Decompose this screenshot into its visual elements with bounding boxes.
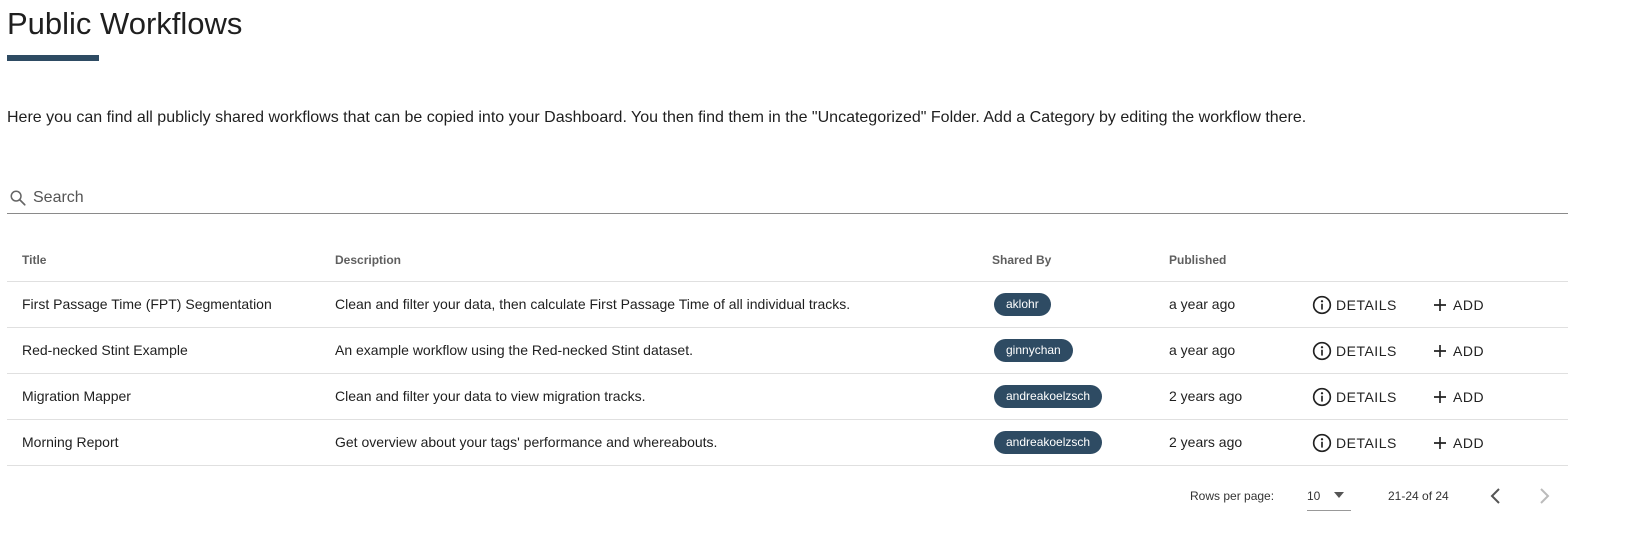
details-button[interactable]: DETAILS xyxy=(1312,386,1397,408)
workflow-title: Migration Mapper xyxy=(22,388,131,404)
add-label: ADD xyxy=(1453,297,1485,313)
add-label: ADD xyxy=(1453,435,1485,451)
search-bar xyxy=(7,183,1568,214)
column-header-shared-by[interactable]: Shared By xyxy=(992,253,1051,267)
chevron-right-icon xyxy=(1540,488,1550,504)
table-row: Red-necked Stint Example An example work… xyxy=(7,328,1568,374)
details-button[interactable]: DETAILS xyxy=(1312,340,1397,362)
previous-page-button[interactable] xyxy=(1484,484,1508,508)
plus-icon xyxy=(1434,391,1446,403)
add-button[interactable]: ADD xyxy=(1431,432,1484,454)
search-input[interactable] xyxy=(33,186,1533,210)
table-row: First Passage Time (FPT) Segmentation Cl… xyxy=(7,282,1568,328)
shared-by-label: ginnychan xyxy=(994,339,1073,362)
public-workflows-page: Public Workflows Here you can find all p… xyxy=(0,0,1630,540)
chevron-left-icon xyxy=(1490,488,1500,504)
plus-icon xyxy=(1434,345,1446,357)
details-label: DETAILS xyxy=(1336,297,1397,313)
table-header: Title Description Shared By Published xyxy=(7,237,1568,282)
info-icon xyxy=(1312,341,1332,361)
workflow-description: Clean and filter your data, then calcula… xyxy=(335,296,851,312)
details-label: DETAILS xyxy=(1336,389,1397,405)
rows-per-page-select[interactable]: 10 xyxy=(1307,484,1351,511)
column-header-description[interactable]: Description xyxy=(335,253,401,267)
published-date: 2 years ago xyxy=(1169,434,1243,450)
shared-by-chip: ginnychan xyxy=(994,339,1073,362)
workflow-description: Clean and filter your data to view migra… xyxy=(335,388,646,404)
details-label: DETAILS xyxy=(1336,343,1397,359)
add-button[interactable]: ADD xyxy=(1431,386,1484,408)
next-page-button[interactable] xyxy=(1532,484,1556,508)
table-pagination: Rows per page: 10 21-24 of 24 xyxy=(0,478,1630,518)
workflow-title: Red-necked Stint Example xyxy=(22,342,188,358)
shared-by-chip: andreakoelzsch xyxy=(994,431,1103,454)
caret-down-icon xyxy=(1334,492,1344,498)
add-button[interactable]: ADD xyxy=(1431,340,1484,362)
rows-per-page-value: 10 xyxy=(1307,489,1321,503)
shared-by-label: aklohr xyxy=(994,293,1051,316)
pagination-range: 21-24 of 24 xyxy=(1388,489,1449,503)
add-label: ADD xyxy=(1453,389,1485,405)
info-icon xyxy=(1312,433,1332,453)
details-button[interactable]: DETAILS xyxy=(1312,294,1397,316)
published-date: 2 years ago xyxy=(1169,388,1243,404)
page-title: Public Workflows xyxy=(7,6,243,41)
published-date: a year ago xyxy=(1169,296,1236,312)
add-label: ADD xyxy=(1453,343,1485,359)
workflow-title: First Passage Time (FPT) Segmentation xyxy=(22,296,272,312)
shared-by-label: andreakoelzsch xyxy=(994,385,1103,408)
column-header-published[interactable]: Published xyxy=(1169,253,1226,267)
shared-by-chip: andreakoelzsch xyxy=(994,385,1103,408)
intro-text: Here you can find all publicly shared wo… xyxy=(7,109,1307,126)
details-label: DETAILS xyxy=(1336,435,1397,451)
info-icon xyxy=(1312,295,1332,315)
table-row: Migration Mapper Clean and filter your d… xyxy=(7,374,1568,420)
table-row: Morning Report Get overview about your t… xyxy=(7,420,1568,466)
workflows-table: Title Description Shared By Published Fi… xyxy=(7,237,1568,466)
published-date: a year ago xyxy=(1169,342,1236,358)
info-icon xyxy=(1312,387,1332,407)
search-icon xyxy=(10,190,26,206)
details-button[interactable]: DETAILS xyxy=(1312,432,1397,454)
column-header-title[interactable]: Title xyxy=(22,253,46,267)
workflow-description: Get overview about your tags' performanc… xyxy=(335,434,718,450)
add-button[interactable]: ADD xyxy=(1431,294,1484,316)
shared-by-label: andreakoelzsch xyxy=(994,431,1103,454)
plus-icon xyxy=(1434,299,1446,311)
workflow-title: Morning Report xyxy=(22,434,119,450)
workflow-description: An example workflow using the Red-necked… xyxy=(335,342,693,358)
title-underline xyxy=(7,55,99,61)
shared-by-chip: aklohr xyxy=(994,293,1051,316)
plus-icon xyxy=(1434,437,1446,449)
rows-per-page-label: Rows per page: xyxy=(1190,489,1275,503)
